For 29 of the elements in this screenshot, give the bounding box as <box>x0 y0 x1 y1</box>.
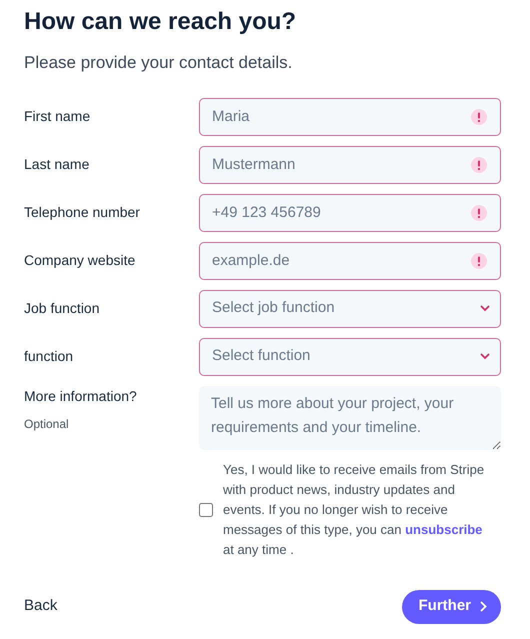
field-label: Telephone number <box>24 203 141 222</box>
back-button[interactable]: Back <box>24 595 58 618</box>
error-icon <box>471 156 487 172</box>
select-field[interactable]: Select function <box>199 338 501 376</box>
chevron-right-icon <box>480 601 487 612</box>
consent-text: Yes, I would like to receive emails from Stripe with product news, industry updates and events. If you no longer wish to receive messages of this type, you can unsubscribe at any time . <box>223 460 486 559</box>
chevron-down-icon <box>480 353 490 360</box>
chevron-down-icon <box>480 305 490 312</box>
error-icon <box>471 204 487 220</box>
field-label: First name <box>24 107 92 126</box>
error-icon <box>471 252 487 268</box>
field-label: Company website <box>24 251 136 270</box>
optional-hint: Optional <box>24 416 70 432</box>
select-field[interactable]: Select job function <box>199 290 501 328</box>
further-button[interactable]: Further <box>402 590 501 624</box>
form-title: How can we reach you? <box>24 7 298 37</box>
field-label: Job function <box>24 299 100 318</box>
input-field[interactable]: example.de <box>199 242 501 280</box>
input-field[interactable]: Mustermann <box>199 146 501 184</box>
form-subtitle: Please provide your contact details. <box>24 52 294 74</box>
unsubscribe-link[interactable]: unsubscribe <box>405 522 482 536</box>
error-icon <box>471 108 487 124</box>
field-label: Last name <box>24 155 90 174</box>
consent-checkbox[interactable] <box>199 502 213 516</box>
field-label: function <box>24 347 74 366</box>
input-field[interactable]: +49 123 456789 <box>199 194 501 232</box>
message-field[interactable]: Tell us more about your project, your requirements and your timeline. <box>199 386 501 450</box>
input-field[interactable]: Maria <box>199 98 501 136</box>
field-label: More information? <box>24 386 138 406</box>
